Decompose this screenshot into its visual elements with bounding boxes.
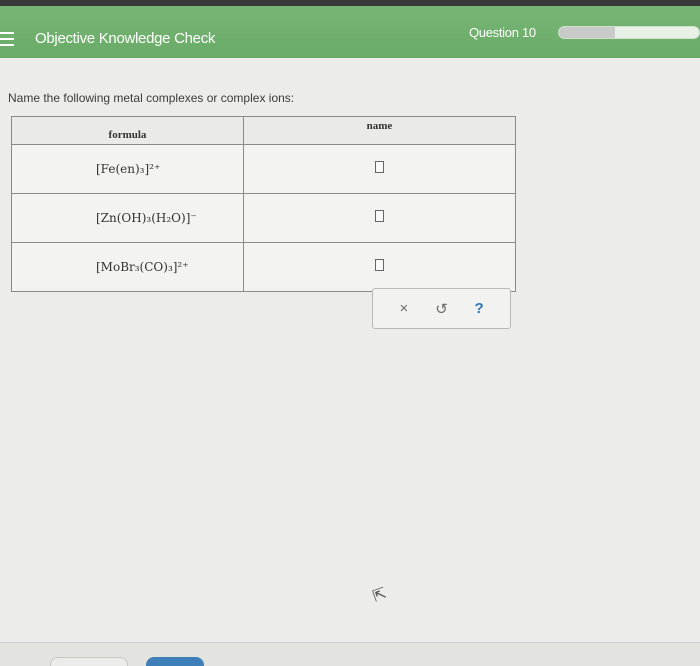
app-header: Objective Knowledge Check Question 10 [0, 6, 700, 58]
question-number: Question 10 [469, 25, 536, 40]
table-row: [Zn(OH)₃(H₂O)]⁻ [11, 193, 516, 243]
submit-button[interactable] [146, 657, 204, 666]
undo-icon[interactable]: ↺ [429, 300, 453, 318]
progress-bar [558, 26, 700, 39]
formula-cell: [Fe(en)₃]²⁺ [11, 144, 244, 194]
formula-column-header: formula [11, 116, 244, 145]
answer-cell [243, 144, 516, 194]
table-row: [MoBr₃(CO)₃]²⁺ [11, 242, 516, 292]
name-answer-input[interactable] [375, 161, 384, 173]
progress-fill [559, 27, 615, 38]
mouse-cursor-icon: ⇱ [370, 585, 390, 606]
bottom-bar [0, 642, 700, 666]
name-column-header: name [243, 116, 516, 145]
name-answer-input[interactable] [375, 210, 384, 222]
table-header-row: formula name [11, 116, 516, 145]
answer-toolbar: × ↺ ? [372, 288, 511, 329]
question-prompt: Name the following metal complexes or co… [8, 91, 295, 105]
table-row: [Fe(en)₃]²⁺ [11, 144, 516, 194]
app-title: Objective Knowledge Check [35, 30, 216, 47]
clear-icon[interactable]: × [392, 300, 416, 317]
formula-cell: [MoBr₃(CO)₃]²⁺ [11, 242, 244, 292]
help-icon[interactable]: ? [467, 300, 491, 317]
formula-cell: [Zn(OH)₃(H₂O)]⁻ [11, 193, 244, 243]
question-area: Name the following metal complexes or co… [0, 58, 700, 642]
name-answer-input[interactable] [375, 259, 384, 271]
answer-cell [243, 193, 516, 243]
secondary-action-button[interactable] [50, 657, 128, 666]
complex-name-table: formula name [Fe(en)₃]²⁺ [Zn(OH)₃(H₂O)]⁻… [11, 116, 516, 292]
menu-icon[interactable] [0, 32, 14, 46]
answer-cell [243, 242, 516, 292]
